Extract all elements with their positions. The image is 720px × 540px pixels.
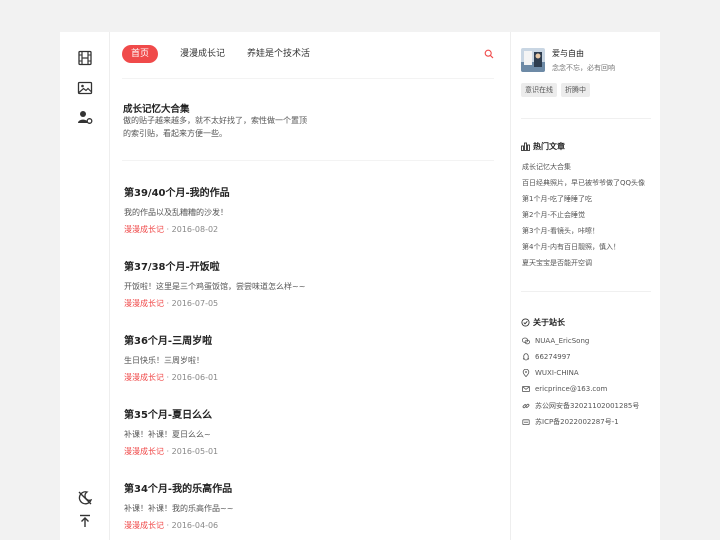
link-icon (522, 403, 530, 409)
info-email: ericprince@163.com (522, 385, 607, 393)
qq-icon (522, 353, 530, 361)
user-settings-icon[interactable] (77, 109, 93, 125)
post-summary: 开饭啦！这里是三个鸡蛋饭馆，尝尝味道怎么样~~ (124, 282, 306, 291)
post-date: 2016-07-05 (171, 299, 219, 308)
sticky-post-title[interactable]: 成长记忆大合集 (123, 101, 190, 115)
post-summary: 生日快乐！三周岁啦！ (124, 356, 204, 365)
about-heading: 关于站长 (521, 317, 565, 328)
post-item: 第36个月-三周岁啦 生日快乐！三周岁啦！ 漫漫成长记 · 2016-06-01 (124, 335, 494, 384)
post-meta: 漫漫成长记 · 2016-06-01 (124, 372, 494, 384)
hot-post-link[interactable]: 百日经典照片，早已被爷爷做了QQ头像 (522, 178, 645, 188)
post-title[interactable]: 第39/40个月-我的作品 (124, 187, 494, 201)
post-item: 第37/38个月-开饭啦 开饭啦！这里是三个鸡蛋饭馆，尝尝味道怎么样~~ 漫漫成… (124, 261, 494, 310)
tab-growth[interactable]: 漫漫成长记 (180, 45, 225, 63)
status-badge: 折腾中 (561, 83, 590, 97)
email-address[interactable]: ericprince@163.com (535, 385, 607, 393)
post-summary: 补课！补课！我的乐高作品~~ (124, 504, 234, 513)
badge-icon (521, 318, 530, 327)
info-police-record: 苏公网安备32021102001285号 (522, 401, 639, 411)
divider (521, 291, 651, 292)
post-meta: 漫漫成长记 · 2016-07-05 (124, 298, 494, 310)
post-category[interactable]: 漫漫成长记 (124, 447, 164, 456)
post-meta: 漫漫成长记 · 2016-05-01 (124, 446, 494, 458)
meta-separator: · (164, 225, 172, 234)
meta-separator: · (164, 521, 172, 530)
meta-separator: · (164, 373, 172, 382)
author-name[interactable]: 爱与自由 (552, 48, 584, 59)
qq-number: 66274997 (535, 353, 571, 361)
status-badge: 意识在线 (521, 83, 557, 97)
email-icon (522, 386, 530, 392)
icp-record-number[interactable]: 苏ICP备2022002287号-1 (535, 417, 619, 427)
post-meta: 漫漫成长记 · 2016-04-06 (124, 520, 494, 532)
location-text: WUXI-CHINA (535, 369, 579, 377)
post-item: 第35个月-夏日么么 补课！补课！夏日么么~ 漫漫成长记 · 2016-05-0… (124, 409, 494, 458)
hot-post-link[interactable]: 成长记忆大合集 (522, 162, 571, 172)
meta-separator: · (164, 299, 172, 308)
post-title[interactable]: 第37/38个月-开饭啦 (124, 261, 494, 275)
post-title[interactable]: 第34个月-我的乐高作品 (124, 483, 494, 497)
right-sidebar: 爱与自由 念念不忘，必有回响 意识在线 折腾中 热门文章 成长记忆大合集 百日经… (510, 32, 660, 540)
hot-posts-title: 热门文章 (533, 142, 565, 151)
divider (521, 118, 651, 119)
post-item: 第34个月-我的乐高作品 补课！补课！我的乐高作品~~ 漫漫成长记 · 2016… (124, 483, 494, 532)
wechat-icon (522, 337, 530, 345)
author-motto: 念念不忘，必有回响 (552, 64, 615, 72)
post-category[interactable]: 漫漫成长记 (124, 521, 164, 530)
theme-toggle-icon[interactable] (77, 490, 93, 506)
hot-post-link[interactable]: 第3个月-看镜头，咔嚓！ (522, 226, 599, 236)
post-category[interactable]: 漫漫成长记 (124, 373, 164, 382)
wechat-id: NUAA_EricSong (535, 337, 590, 345)
record-icon (522, 419, 530, 426)
hot-post-link[interactable]: 第2个月-不止会睡觉 (522, 210, 585, 220)
post-date: 2016-06-01 (171, 373, 219, 382)
post-date: 2016-04-06 (171, 521, 219, 530)
image-icon[interactable] (77, 80, 93, 96)
post-category[interactable]: 漫漫成长记 (124, 225, 164, 234)
main-content: 首页 漫漫成长记 养娃是个技术活 成长记忆大合集 傲的贴子越来越多，就不太好找了… (110, 32, 510, 540)
post-summary: 我的作品以及乱糟糟的沙发！ (124, 208, 228, 217)
hot-post-link[interactable]: 第1个月-吃了睡睡了吃 (522, 194, 592, 204)
sticky-post-description: 傲的贴子越来越多，就不太好找了，索性做一个置顶的索引贴，看起来方便一些。 (123, 116, 307, 138)
post-item: 第39/40个月-我的作品 我的作品以及乱糟糟的沙发！ 漫漫成长记 · 2016… (124, 187, 494, 236)
bar-chart-icon (521, 142, 530, 151)
post-date: 2016-05-01 (171, 447, 219, 456)
post-category[interactable]: 漫漫成长记 (124, 299, 164, 308)
meta-separator: · (164, 447, 172, 456)
post-date: 2016-08-02 (171, 225, 219, 234)
search-icon[interactable] (484, 49, 494, 59)
location-icon (522, 369, 530, 377)
info-icp-record: 苏ICP备2022002287号-1 (522, 417, 619, 427)
back-to-top-icon[interactable] (77, 513, 93, 529)
post-title[interactable]: 第36个月-三周岁啦 (124, 335, 494, 349)
avatar[interactable] (521, 48, 545, 72)
post-summary: 补课！补课！夏日么么~ (124, 430, 211, 439)
divider (122, 160, 494, 161)
hot-post-link[interactable]: 第4个月-内有百日靓照，慎入！ (522, 242, 620, 252)
hot-post-link[interactable]: 夏天宝宝是否能开空调 (522, 258, 592, 268)
divider (122, 78, 494, 79)
tab-home[interactable]: 首页 (122, 45, 159, 63)
page-frame: 首页 漫漫成长记 养娃是个技术活 成长记忆大合集 傲的贴子越来越多，就不太好找了… (60, 32, 660, 540)
info-qq: 66274997 (522, 353, 571, 361)
info-location: WUXI-CHINA (522, 369, 579, 377)
left-toolbar (60, 32, 110, 540)
nav-tabs: 首页 漫漫成长记 养娃是个技术活 (122, 45, 332, 63)
tab-parenting[interactable]: 养娃是个技术活 (247, 45, 310, 63)
info-wechat: NUAA_EricSong (522, 337, 589, 345)
police-record-number[interactable]: 苏公网安备32021102001285号 (535, 401, 639, 411)
hot-posts-heading: 热门文章 (521, 141, 565, 152)
film-icon[interactable] (77, 50, 93, 66)
post-title[interactable]: 第35个月-夏日么么 (124, 409, 494, 423)
post-meta: 漫漫成长记 · 2016-08-02 (124, 224, 494, 236)
about-title: 关于站长 (533, 318, 565, 327)
